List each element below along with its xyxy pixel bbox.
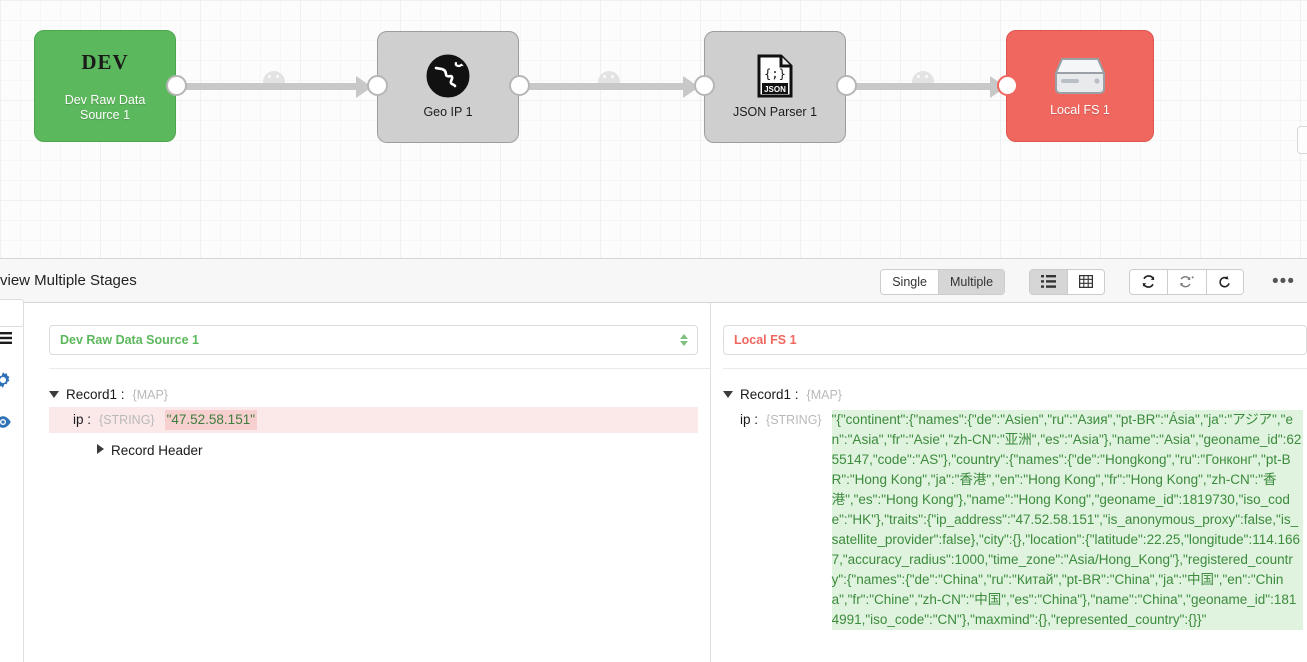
node-label-json-parser-1: JSON Parser 1 — [732, 105, 818, 119]
pipeline-canvas[interactable]: DEV Dev Raw Data Source 1 Geo IP 1 {;} JS… — [0, 0, 1307, 258]
record-header-label-left: Record Header — [111, 443, 203, 458]
undo-icon[interactable] — [1206, 269, 1244, 294]
field-value-ip-right: "{"continent":{"names":{"de":"Asien","ru… — [831, 410, 1303, 630]
preview-view-toggle — [1029, 268, 1106, 295]
dev-badge-label: DEV — [81, 49, 129, 74]
field-row-ip-left[interactable]: ip : {STRING} "47.52.58.151" — [49, 407, 698, 433]
node-label-local-fs-1: Local FS 1 — [1050, 102, 1110, 117]
refresh-icon[interactable] — [1130, 269, 1168, 294]
rail-top-box — [0, 299, 24, 327]
preview-action-buttons — [1129, 268, 1245, 295]
hard-drive-icon — [1052, 55, 1108, 95]
stage-select-left-label: Dev Raw Data Source 1 — [60, 333, 199, 347]
svg-text:{;}: {;} — [764, 67, 786, 81]
canvas-edge-stub — [1297, 126, 1307, 154]
preview-mode-single-button[interactable]: Single — [881, 269, 938, 294]
preview-body: Dev Raw Data Source 1 Record1 : {MAP} ip… — [0, 299, 1307, 662]
hamburger-icon[interactable] — [0, 331, 12, 349]
pipeline-node-json-parser-1[interactable]: {;} JSON JSON Parser 1 — [704, 31, 846, 143]
record-row-left[interactable]: Record1 : {MAP} — [49, 385, 710, 405]
caret-right-icon[interactable] — [97, 444, 104, 454]
preview-mode-multiple-button[interactable]: Multiple — [937, 269, 1005, 294]
record-row-right[interactable]: Record1 : {MAP} — [723, 385, 1307, 405]
record-type-left: {MAP} — [132, 388, 168, 402]
pipeline-edge-1 — [176, 83, 358, 90]
field-key-ip-left: ip : — [73, 412, 92, 427]
stepper-icon-left[interactable] — [680, 334, 688, 346]
pipeline-node-dev-raw-data-source-1[interactable]: DEV Dev Raw Data Source 1 — [34, 30, 176, 142]
refresh-dot-icon[interactable] — [1167, 269, 1207, 294]
list-view-icon[interactable] — [1030, 269, 1068, 294]
table-view-icon[interactable] — [1067, 269, 1105, 294]
field-key-ip-right: ip : — [740, 412, 759, 427]
field-type-ip-left: {STRING} — [99, 413, 155, 427]
node-label-geo-ip-1: Geo IP 1 — [423, 105, 473, 119]
pipeline-node-local-fs-1[interactable]: Local FS 1 — [1006, 30, 1154, 142]
record-label-right: Record1 : — [740, 387, 799, 402]
pipeline-node-geo-ip-1[interactable]: Geo IP 1 — [377, 31, 519, 143]
gear-icon[interactable] — [0, 371, 12, 389]
input-port-json-parser-1[interactable] — [694, 75, 715, 96]
pipeline-edge-2-record-badge[interactable] — [598, 71, 620, 83]
input-port-geo-ip-1[interactable] — [367, 75, 388, 96]
page-title: view Multiple Stages — [0, 272, 137, 289]
record-header-row-left[interactable]: Record Header — [49, 443, 710, 458]
globe-icon — [426, 54, 470, 98]
json-file-icon: {;} JSON — [755, 54, 795, 98]
preview-panel-right: Local FS 1 Record1 : {MAP} ip : {STRING}… — [712, 303, 1307, 662]
stage-select-right[interactable]: Local FS 1 — [723, 325, 1307, 355]
node-label-dev-raw-data-source-1: Dev Raw Data Source 1 — [64, 92, 146, 122]
preview-left-rail — [0, 299, 24, 662]
output-port-dev-raw-data-source-1[interactable] — [166, 75, 187, 96]
stage-select-right-label: Local FS 1 — [734, 333, 797, 347]
field-value-ip-left: "47.52.58.151" — [164, 410, 258, 430]
preview-header-bar: view Multiple Stages Single Multiple ••• — [0, 258, 1307, 303]
input-port-local-fs-1[interactable] — [997, 75, 1018, 96]
caret-down-icon[interactable] — [723, 391, 733, 398]
preview-panel-left: Dev Raw Data Source 1 Record1 : {MAP} ip… — [25, 303, 711, 662]
record-label-left: Record1 : — [66, 387, 125, 402]
field-type-ip-right: {STRING} — [766, 413, 822, 427]
record-type-right: {MAP} — [806, 388, 842, 402]
stage-select-left[interactable]: Dev Raw Data Source 1 — [49, 325, 698, 355]
preview-toolbar: Single Multiple ••• — [880, 259, 1299, 304]
record-tree-left: Record1 : {MAP} ip : {STRING} "47.52.58.… — [25, 369, 710, 458]
pipeline-edge-3 — [846, 83, 992, 90]
pipeline-edge-2 — [519, 83, 685, 90]
preview-overflow-menu-button[interactable]: ••• — [1268, 272, 1299, 291]
record-tree-right: Record1 : {MAP} ip : {STRING} "{"contine… — [712, 369, 1307, 633]
pipeline-edge-3-record-badge[interactable] — [912, 71, 934, 83]
output-port-json-parser-1[interactable] — [836, 75, 857, 96]
preview-mode-toggle: Single Multiple — [880, 268, 1006, 295]
svg-text:JSON: JSON — [764, 85, 786, 94]
eye-icon[interactable] — [0, 415, 12, 433]
pipeline-edge-1-record-badge[interactable] — [263, 71, 285, 83]
field-row-ip-right[interactable]: ip : {STRING} "{"continent":{"names":{"d… — [723, 407, 1307, 633]
caret-down-icon[interactable] — [49, 391, 59, 398]
output-port-geo-ip-1[interactable] — [509, 75, 530, 96]
